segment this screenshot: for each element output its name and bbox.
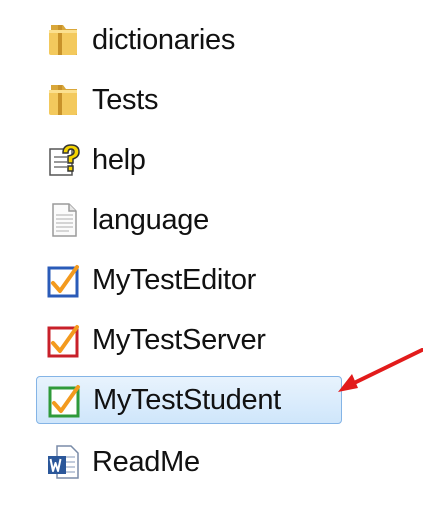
help-file-icon: [44, 140, 84, 180]
app-icon-blue: [44, 260, 84, 300]
file-name: language: [92, 203, 209, 236]
file-name: ReadMe: [92, 445, 200, 478]
file-list: dictionaries Tests help language MyTestE…: [0, 0, 423, 508]
word-document-icon: [44, 442, 84, 482]
file-item-help[interactable]: help: [36, 138, 366, 182]
text-document-icon: [44, 200, 84, 240]
app-icon-green: [45, 380, 85, 420]
file-name: Tests: [92, 83, 159, 116]
file-item-tests[interactable]: Tests: [36, 78, 366, 122]
file-name: MyTestServer: [92, 323, 266, 356]
file-item-mytesteditor[interactable]: MyTestEditor: [36, 258, 366, 302]
file-item-dictionaries[interactable]: dictionaries: [36, 18, 366, 62]
folder-icon: [44, 20, 84, 60]
file-name: help: [92, 143, 146, 176]
file-name: MyTestEditor: [92, 263, 256, 296]
file-item-language[interactable]: language: [36, 198, 366, 242]
file-item-mytestserver[interactable]: MyTestServer: [36, 318, 366, 362]
file-name: dictionaries: [92, 23, 236, 56]
file-item-readme[interactable]: ReadMe: [36, 440, 366, 484]
app-icon-red: [44, 320, 84, 360]
file-name: MyTestStudent: [93, 383, 281, 416]
file-item-myteststudent[interactable]: MyTestStudent: [36, 376, 342, 424]
folder-icon: [44, 80, 84, 120]
red-arrow-annotation: [338, 348, 423, 392]
